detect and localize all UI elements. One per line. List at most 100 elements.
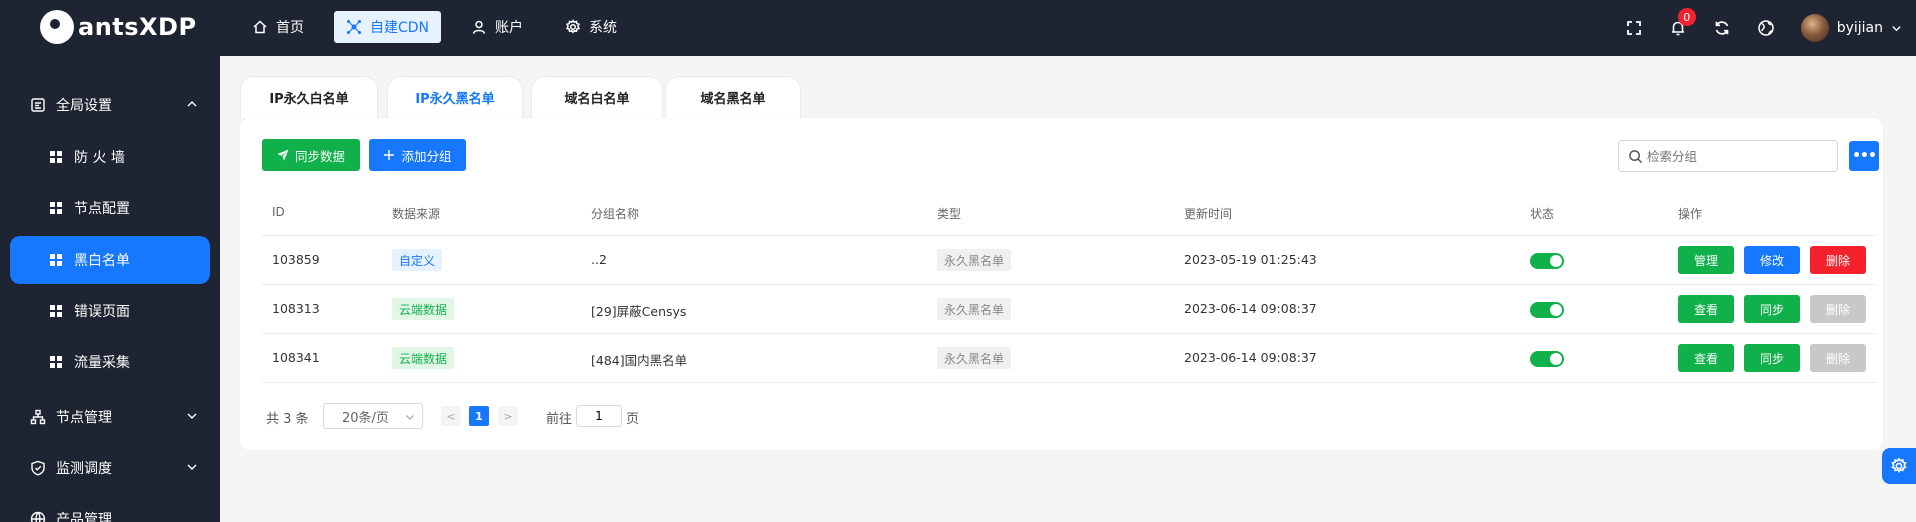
nav-account[interactable]: 账户 [459, 11, 535, 43]
sidebar: 全局设置 防 火 墙 节点配置 黑白名单 错误页面 流量采集 节点管理 监测调度… [0, 56, 220, 522]
cell-id: 108341 [272, 350, 320, 365]
sidebar-item-node-config[interactable]: 节点配置 [10, 184, 210, 232]
tab-domain-whitelist[interactable]: 域名白名单 [531, 76, 663, 118]
next-page-button[interactable]: > [498, 406, 518, 426]
cell-group-name: [484]国内黑名单 [591, 353, 688, 368]
type-tag: 永久黑名单 [937, 249, 1012, 271]
cell-group-name: ..2 [591, 252, 607, 267]
nav-system[interactable]: 系统 [553, 11, 629, 43]
page-suffix: 页 [626, 412, 640, 427]
row-divider [262, 235, 1876, 236]
search-input[interactable] [1647, 148, 1827, 164]
sync-button[interactable]: 同步 [1744, 295, 1800, 323]
sidebar-item-traffic-collection[interactable]: 流量采集 [10, 338, 210, 386]
status-toggle[interactable] [1530, 351, 1564, 367]
plus-icon [384, 150, 395, 160]
topbar-actions: 0 byijian [1625, 8, 1902, 46]
add-group-button[interactable]: 添加分组 [369, 139, 466, 171]
delete-button-disabled[interactable]: 删除 [1810, 295, 1866, 323]
cell-id: 103859 [272, 252, 320, 267]
fullscreen-icon[interactable] [1625, 19, 1643, 37]
source-tag: 自定义 [392, 249, 443, 271]
cell-updated-time: 2023-05-19 01:25:43 [1184, 252, 1317, 267]
more-options-button[interactable]: ••• [1849, 141, 1879, 171]
username: byijian [1836, 20, 1883, 36]
sidebar-item-error-pages[interactable]: 错误页面 [10, 287, 210, 335]
edit-button[interactable]: 修改 [1744, 246, 1800, 274]
nav-home[interactable]: 首页 [240, 11, 316, 43]
tab-ip-permanent-blacklist[interactable]: IP永久黑名单 [387, 76, 523, 118]
chevron-up-icon [187, 101, 197, 107]
source-tag: 云端数据 [392, 347, 455, 369]
globe-icon[interactable] [1757, 19, 1775, 37]
notification-badge: 0 [1677, 8, 1696, 26]
grid-icon [50, 305, 62, 317]
sidebar-item-blackwhite-list[interactable]: 黑白名单 [10, 236, 210, 284]
tab-ip-permanent-whitelist[interactable]: IP永久白名单 [240, 76, 378, 118]
top-nav: 首页 自建CDN 账户 系统 [240, 11, 629, 43]
status-toggle[interactable] [1530, 253, 1564, 269]
tab-domain-blacklist[interactable]: 域名黑名单 [665, 76, 801, 118]
floating-settings-button[interactable] [1882, 448, 1916, 484]
view-button[interactable]: 查看 [1678, 344, 1734, 372]
sync-data-button[interactable]: 同步数据 [262, 139, 360, 171]
avatar [1800, 14, 1829, 42]
globe-icon [30, 511, 46, 522]
shield-icon [31, 460, 45, 476]
search-icon [1629, 150, 1643, 164]
delete-button-disabled[interactable]: 删除 [1810, 344, 1866, 372]
brand-logo[interactable]: antsXDP [40, 10, 197, 44]
cell-id: 108313 [272, 301, 320, 316]
notification-bell-icon[interactable]: 0 [1669, 8, 1696, 37]
top-bar: antsXDP 首页 自建CDN 账户 系统 0 byijian [0, 0, 1916, 56]
source-tag: 云端数据 [392, 298, 455, 320]
sidebar-item-firewall[interactable]: 防 火 墙 [10, 133, 210, 181]
goto-label: 前往 [546, 412, 573, 427]
column-header-source: 数据来源 [392, 207, 441, 221]
sidebar-group-node-management[interactable]: 节点管理 [0, 392, 220, 442]
send-icon [277, 149, 289, 161]
gear-icon [1891, 457, 1907, 473]
brand-name: antsXDP [78, 13, 197, 41]
column-header-status: 状态 [1530, 207, 1555, 221]
cell-group-name: [29]屏蔽Censys [591, 304, 687, 319]
column-header-actions: 操作 [1678, 207, 1703, 221]
cell-updated-time: 2023-06-14 09:08:37 [1184, 350, 1317, 365]
user-icon [472, 20, 486, 34]
page-size-select[interactable]: 20条/页 [323, 403, 423, 429]
nav-cdn[interactable]: 自建CDN [334, 11, 442, 43]
row-divider [262, 333, 1876, 334]
row-divider [262, 382, 1876, 383]
page-1-button[interactable]: 1 [469, 406, 489, 426]
chevron-down-icon [187, 413, 197, 419]
ant-logo-icon [40, 10, 74, 44]
chevron-down-icon [1892, 25, 1901, 31]
sidebar-group-monitor-dispatch[interactable]: 监测调度 [0, 443, 220, 493]
row-divider [262, 284, 1876, 285]
grid-icon [50, 254, 62, 266]
view-button[interactable]: 查看 [1678, 295, 1734, 323]
manage-button[interactable]: 管理 [1678, 246, 1734, 274]
refresh-icon[interactable] [1713, 19, 1731, 37]
home-icon [253, 20, 267, 34]
chevron-down-icon [187, 464, 197, 470]
gear-icon [565, 19, 581, 34]
grid-icon [50, 202, 62, 214]
grid-icon [50, 356, 62, 368]
status-toggle[interactable] [1530, 302, 1564, 318]
cdn-icon [347, 20, 361, 34]
sidebar-group-product-management[interactable]: 产品管理 [0, 494, 220, 522]
column-header-updated: 更新时间 [1184, 207, 1233, 221]
sitemap-icon [30, 409, 46, 425]
column-header-id: ID [272, 205, 285, 219]
goto-page-input[interactable] [576, 405, 622, 427]
search-group-field[interactable] [1618, 140, 1838, 172]
type-tag: 永久黑名单 [937, 347, 1012, 369]
sidebar-group-global-settings[interactable]: 全局设置 [0, 80, 220, 130]
user-menu[interactable]: byijian [1800, 14, 1902, 42]
delete-button[interactable]: 删除 [1810, 246, 1866, 274]
sync-button[interactable]: 同步 [1744, 344, 1800, 372]
prev-page-button[interactable]: < [441, 406, 461, 426]
column-header-group-name: 分组名称 [591, 207, 640, 221]
cell-updated-time: 2023-06-14 09:08:37 [1184, 301, 1317, 316]
